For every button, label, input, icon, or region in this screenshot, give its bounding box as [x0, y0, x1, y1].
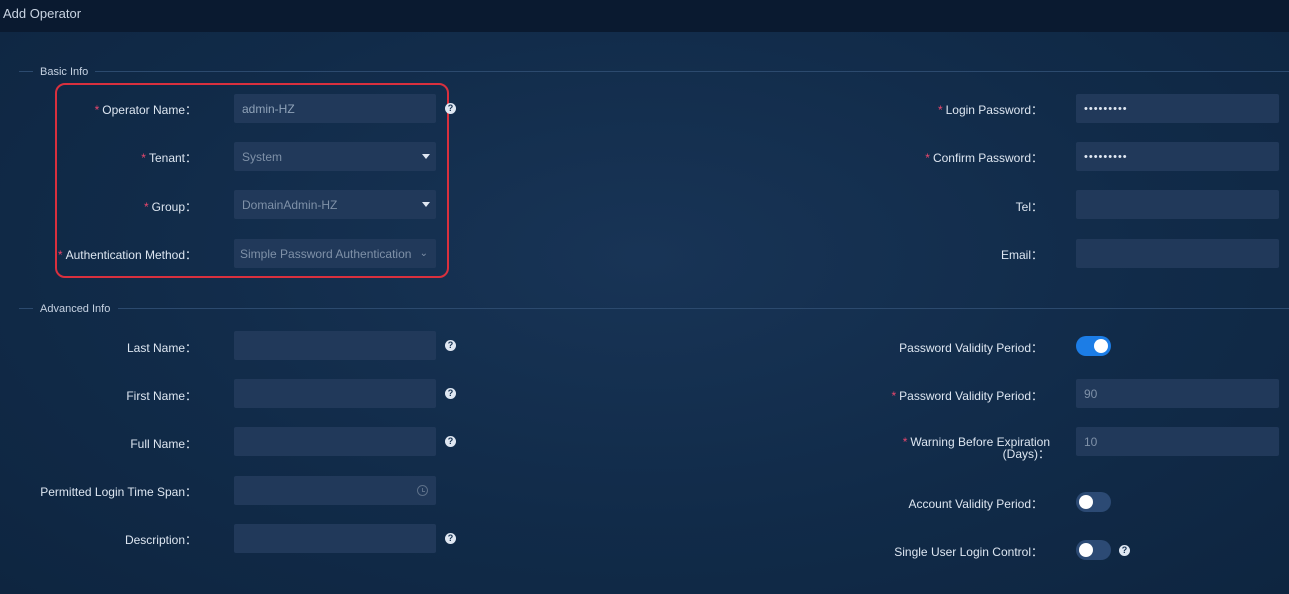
warning-before-expiration-input[interactable]: 10 [1076, 427, 1279, 456]
tel-label: Tel： [1015, 200, 1043, 214]
section-title-basic: Basic Info [40, 66, 89, 78]
caret-down-icon [422, 202, 430, 207]
help-icon[interactable]: ? [1119, 545, 1130, 556]
tel-input[interactable] [1076, 190, 1279, 219]
description-input[interactable] [234, 524, 436, 553]
help-icon[interactable]: ? [445, 533, 456, 544]
auth-method-select[interactable]: Simple Password Authentication ⌄ [234, 239, 436, 268]
section-divider [95, 71, 1289, 72]
required-mark: * [94, 103, 100, 117]
help-icon[interactable]: ? [445, 436, 456, 447]
password-validity-days-label: * Password Validity Period： [891, 389, 1043, 403]
group-select[interactable]: DomainAdmin-HZ [234, 190, 436, 219]
chevron-down-icon: ⌄ [419, 248, 428, 259]
email-label: Email： [1000, 248, 1043, 262]
toggle-knob [1079, 543, 1093, 557]
section-title-advanced: Advanced Info [40, 303, 111, 315]
first-name-input[interactable] [234, 379, 436, 408]
login-time-span-input[interactable] [234, 476, 436, 505]
caret-down-icon [422, 154, 430, 159]
full-name-input[interactable] [234, 427, 436, 456]
confirm-password-label: * Confirm Password： [925, 151, 1043, 165]
warning-before-expiration-label: * Warning Before Expiration (Days)： [902, 435, 1050, 461]
help-icon[interactable]: ? [445, 340, 456, 351]
single-user-login-toggle[interactable] [1076, 540, 1111, 560]
title-bar: Add Operator [0, 0, 1289, 32]
password-validity-toggle-label: Password Validity Period： [899, 341, 1043, 355]
section-divider [19, 308, 33, 309]
login-password-label: * Login Password： [937, 103, 1043, 117]
description-label: Description： [124, 533, 197, 547]
last-name-input[interactable] [234, 331, 436, 360]
login-password-input[interactable]: ••••••••• [1076, 94, 1279, 123]
single-user-login-label: Single User Login Control： [894, 545, 1043, 559]
confirm-password-input[interactable]: ••••••••• [1076, 142, 1279, 171]
email-input[interactable] [1076, 239, 1279, 268]
password-validity-days-input[interactable]: 90 [1076, 379, 1279, 408]
group-label: * Group： [143, 200, 197, 214]
account-validity-toggle[interactable] [1076, 492, 1111, 512]
last-name-label: Last Name： [126, 341, 197, 355]
full-name-label: Full Name： [130, 437, 197, 451]
account-validity-label: Account Validity Period： [908, 497, 1043, 511]
help-icon[interactable]: ? [445, 388, 456, 399]
toggle-knob [1094, 339, 1108, 353]
help-icon[interactable]: ? [445, 103, 456, 114]
clock-icon [417, 485, 428, 496]
operator-name-input[interactable]: admin-HZ [234, 94, 436, 123]
window-title: Add Operator [3, 6, 82, 21]
section-divider [118, 308, 1289, 309]
auth-method-label: * Authentication Method： [57, 248, 197, 262]
section-divider [19, 71, 33, 72]
first-name-label: First Name： [126, 389, 197, 403]
toggle-knob [1079, 495, 1093, 509]
tenant-label: * Tenant： [141, 151, 197, 165]
password-validity-toggle[interactable] [1076, 336, 1111, 356]
login-time-span-label: Permitted Login Time Span： [40, 485, 197, 499]
tenant-select[interactable]: System [234, 142, 436, 171]
operator-name-label: * Operator Name： [94, 103, 197, 117]
